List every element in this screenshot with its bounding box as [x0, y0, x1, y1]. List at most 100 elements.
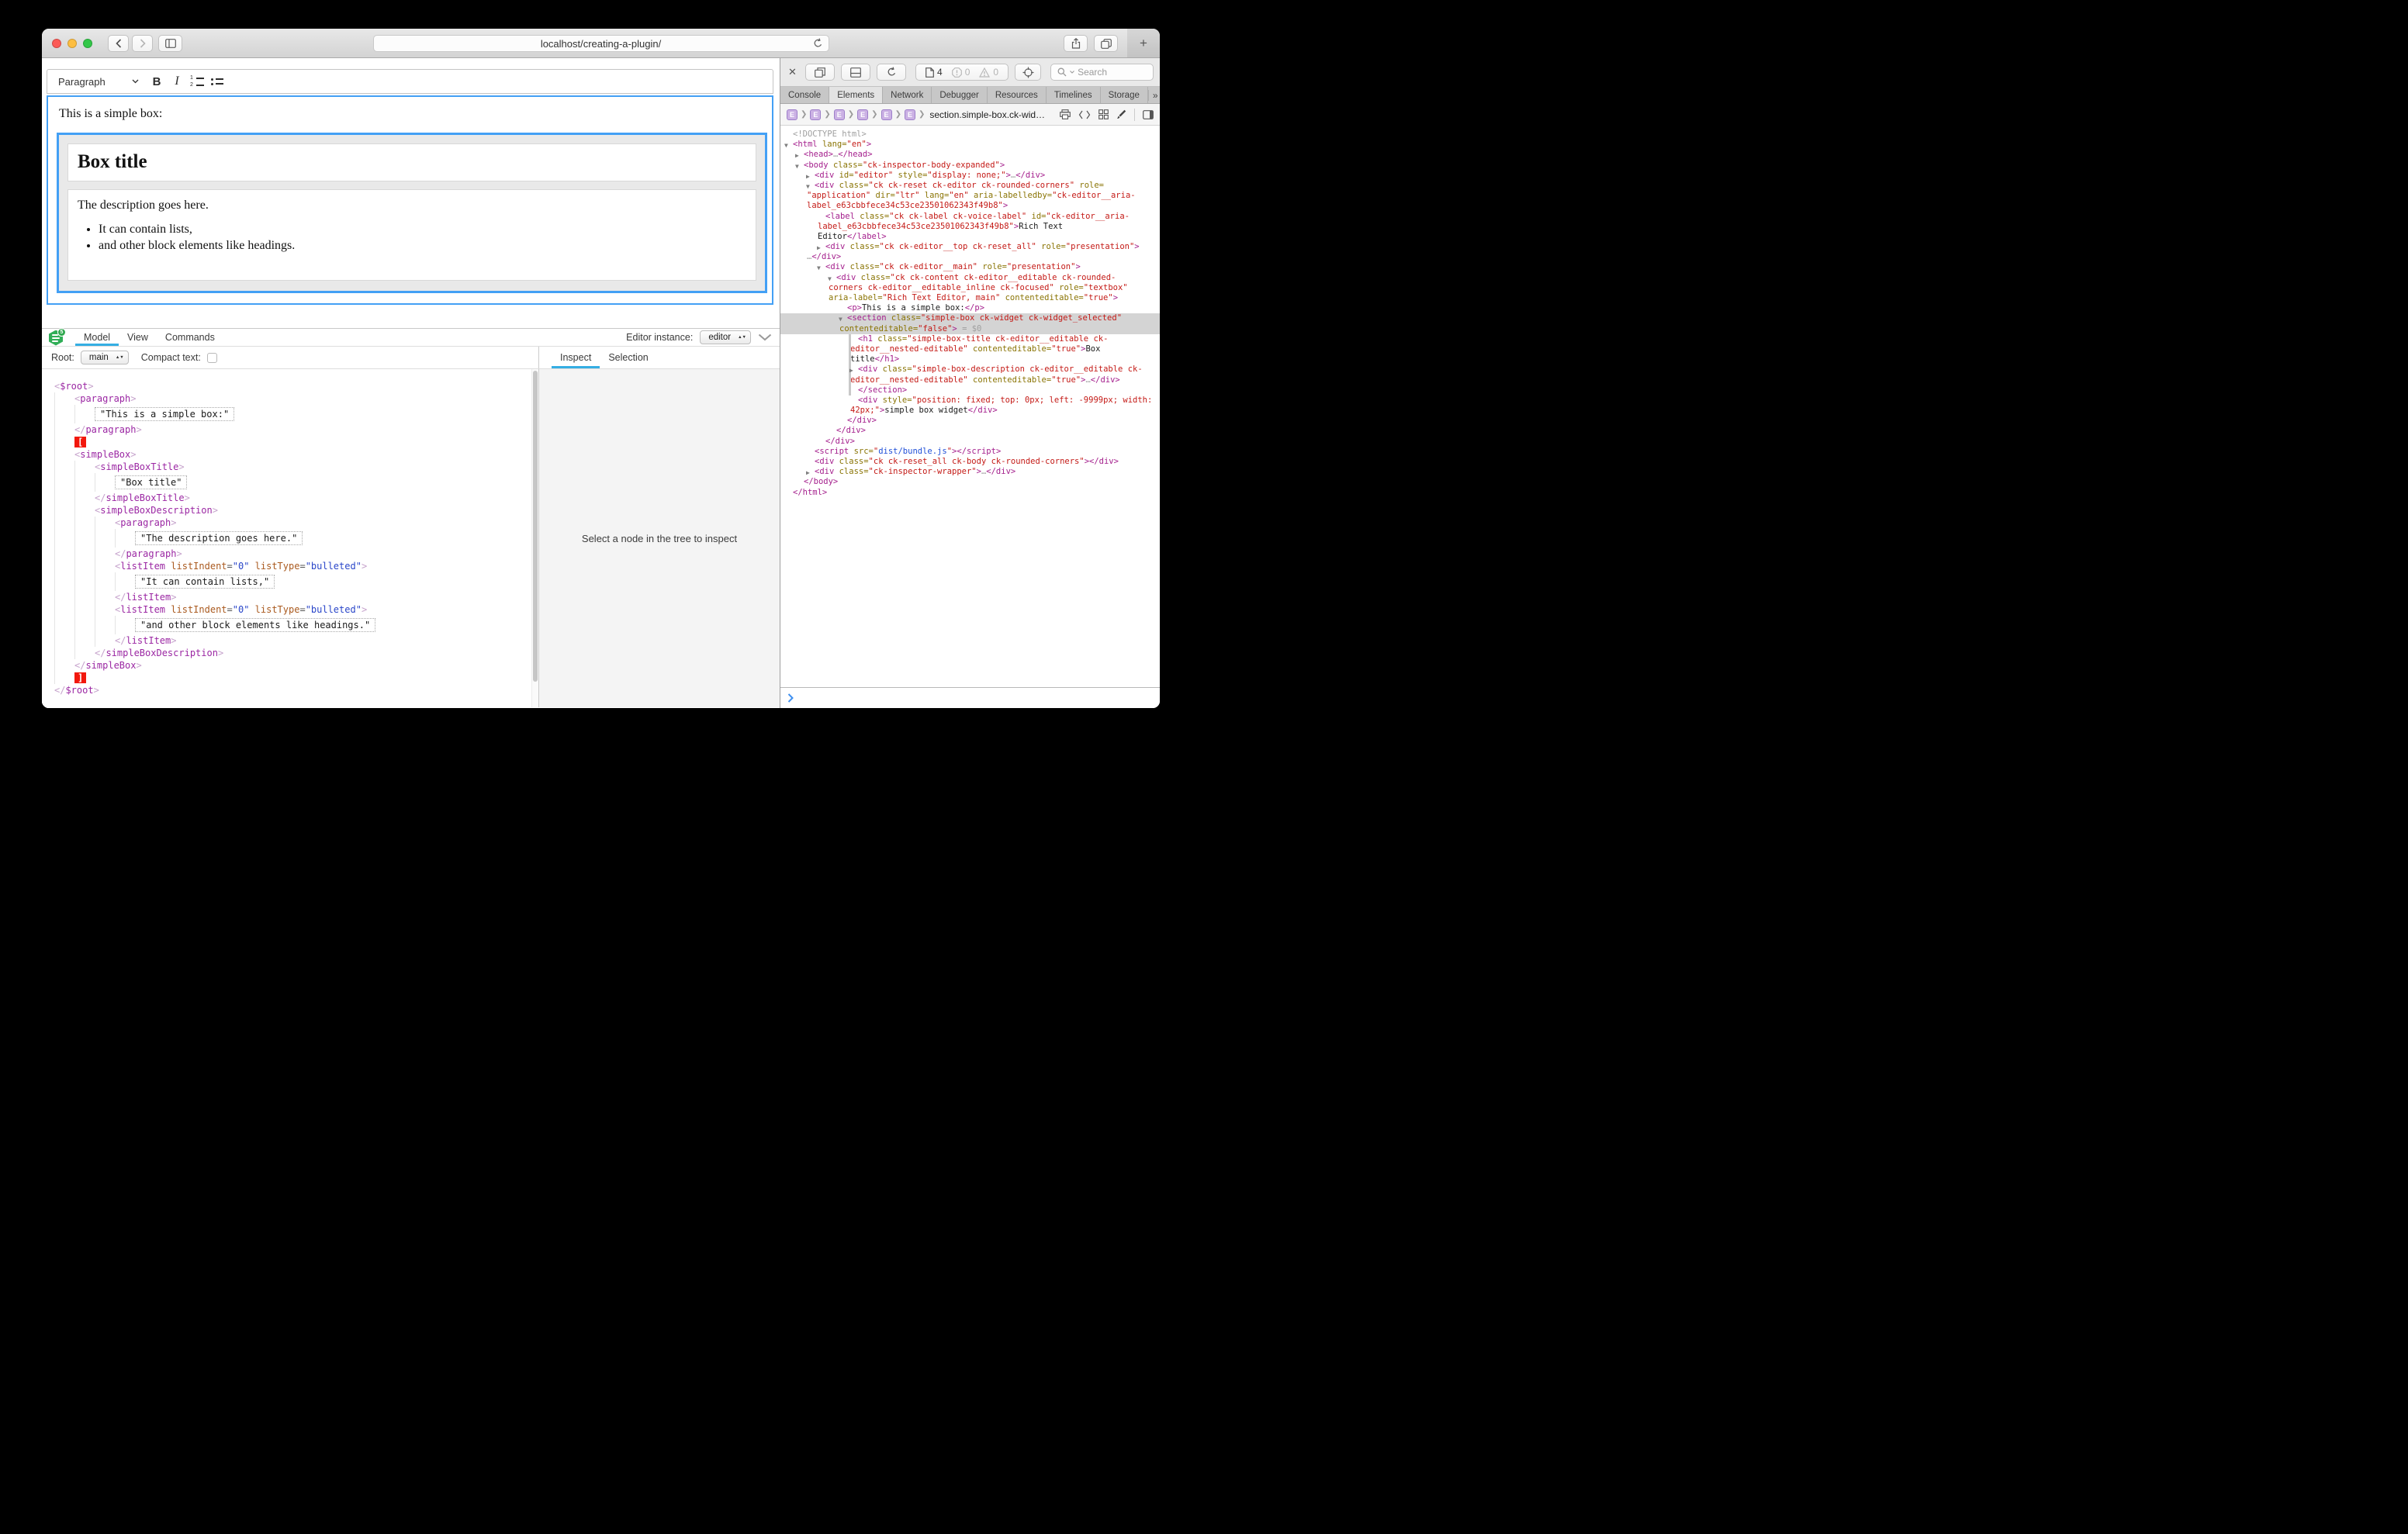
model-tree-line[interactable]: "Box title": [54, 473, 538, 492]
element-picker-button[interactable]: [1015, 64, 1041, 81]
force-styles-button[interactable]: [1116, 109, 1126, 119]
devtools-tab-storage[interactable]: Storage: [1101, 87, 1148, 103]
dom-line[interactable]: <div style="position: fixed; top: 0px; l…: [780, 396, 1160, 406]
devtools-tab-debugger[interactable]: Debugger: [932, 87, 988, 103]
model-tree-line[interactable]: <paragraph>: [54, 392, 538, 405]
dom-line[interactable]: editor__nested-editable" contenteditable…: [780, 344, 1160, 354]
tree-scrollbar[interactable]: [531, 369, 538, 707]
list-item[interactable]: It can contain lists,: [99, 223, 746, 237]
model-tree-line[interactable]: <simpleBox>: [54, 448, 538, 461]
devtools-tab-console[interactable]: Console: [780, 87, 829, 103]
dom-line[interactable]: ▼<html lang="en">: [780, 140, 1160, 150]
dom-line[interactable]: </div>: [780, 437, 1160, 447]
model-tree-line[interactable]: "It can contain lists,": [54, 572, 538, 591]
model-tree-line[interactable]: </paragraph>: [54, 423, 538, 436]
close-devtools-button[interactable]: ✕: [788, 66, 799, 78]
element-badge-icon[interactable]: E: [834, 109, 845, 120]
inspector-tab-model[interactable]: Model: [75, 329, 119, 346]
dom-line[interactable]: <div class="ck ck-reset_all ck-body ck-r…: [780, 457, 1160, 467]
dom-line[interactable]: <h1 class="simple-box-title ck-editor__e…: [780, 334, 1160, 344]
model-tree-line[interactable]: </simpleBoxTitle>: [54, 492, 538, 504]
close-traffic-icon[interactable]: [52, 39, 61, 48]
devtools-tab-timelines[interactable]: Timelines: [1047, 87, 1101, 103]
model-tree-line[interactable]: </listItem>: [54, 634, 538, 647]
simple-box-title[interactable]: Box title: [67, 143, 756, 181]
model-tree-line[interactable]: <listItem listIndent="0" listType="bulle…: [54, 603, 538, 616]
italic-button[interactable]: I: [167, 71, 187, 92]
show-source-button[interactable]: [1078, 110, 1091, 119]
dom-line[interactable]: <label class="ck ck-label ck-voice-label…: [780, 212, 1160, 222]
devtools-tab-resources[interactable]: Resources: [988, 87, 1047, 103]
dom-line[interactable]: ▶<div class="ck-inspector-wrapper">…</di…: [780, 467, 1160, 477]
model-tree-line[interactable]: </$root>: [54, 684, 538, 696]
dom-line[interactable]: title</h1>: [780, 354, 1160, 364]
paragraph-dropdown[interactable]: Paragraph: [47, 70, 147, 93]
model-tree-line[interactable]: </listItem>: [54, 591, 538, 603]
dom-line[interactable]: </div>: [780, 426, 1160, 436]
back-button[interactable]: [108, 35, 129, 52]
element-badge-icon[interactable]: E: [810, 109, 821, 120]
collapse-inspector-button[interactable]: [758, 333, 772, 341]
bulleted-list-button[interactable]: [207, 71, 227, 92]
box-title-heading[interactable]: Box title: [78, 151, 746, 173]
model-tree-line[interactable]: <listItem listIndent="0" listType="bulle…: [54, 560, 538, 572]
model-tree-line[interactable]: "This is a simple box:": [54, 405, 538, 423]
dom-line[interactable]: label_e63cbbfece34c53ce23501062343f49b8"…: [780, 222, 1160, 232]
dom-line[interactable]: corners ck-editor__editable_inline ck-fo…: [780, 283, 1160, 293]
editor-editable-area[interactable]: This is a simple box: Box title The desc…: [47, 95, 773, 305]
inspector-tab-commands[interactable]: Commands: [157, 329, 223, 346]
devtools-search-field[interactable]: Search: [1050, 64, 1154, 81]
model-tree-line[interactable]: </simpleBox>: [54, 659, 538, 672]
intro-paragraph[interactable]: This is a simple box:: [59, 107, 772, 121]
simple-box-description[interactable]: The description goes here. It can contai…: [67, 189, 756, 281]
model-tree-line[interactable]: "The description goes here.": [54, 529, 538, 548]
dom-line[interactable]: aria-label="Rich Text Editor, main" cont…: [780, 293, 1160, 303]
forward-button[interactable]: [132, 35, 153, 52]
simple-box-widget[interactable]: Box title The description goes here. It …: [57, 133, 767, 293]
numbered-list-button[interactable]: 1 2: [187, 71, 207, 92]
more-tabs-icon[interactable]: »: [1148, 90, 1160, 101]
element-badge-icon[interactable]: E: [857, 109, 868, 120]
address-bar[interactable]: localhost/creating-a-plugin/: [373, 35, 829, 52]
model-text-node[interactable]: "This is a simple box:": [95, 407, 234, 421]
description-paragraph[interactable]: The description goes here.: [78, 199, 746, 212]
dom-line[interactable]: label_e63cbbfece34c53ce23501062343f49b8"…: [780, 201, 1160, 211]
dom-line[interactable]: ▶<div class="simple-box-description ck-e…: [780, 364, 1160, 375]
dom-line[interactable]: ▼<div class="ck ck-editor__main" role="p…: [780, 262, 1160, 272]
side-tab-selection[interactable]: Selection: [600, 347, 656, 368]
model-tree-line[interactable]: </paragraph>: [54, 548, 538, 560]
model-tree-line[interactable]: [: [54, 436, 538, 448]
dom-line[interactable]: </html>: [780, 488, 1160, 498]
model-tree-line[interactable]: ]: [54, 672, 538, 684]
devtools-reload-button[interactable]: [877, 64, 906, 81]
model-tree-line[interactable]: <$root>: [54, 380, 538, 392]
dock-bottom-button[interactable]: [841, 64, 870, 81]
breadcrumb-current[interactable]: section.simple-box.ck-wid…: [929, 109, 1045, 120]
reload-button[interactable]: [813, 38, 823, 49]
tabs-overview-button[interactable]: [1094, 35, 1118, 52]
dom-line[interactable]: ▼<body class="ck-inspector-body-expanded…: [780, 161, 1160, 171]
element-badge-icon[interactable]: E: [881, 109, 892, 120]
inspector-tab-view[interactable]: View: [119, 329, 157, 346]
dom-line[interactable]: ▶<div id="editor" style="display: none;"…: [780, 171, 1160, 181]
model-text-node[interactable]: "Box title": [115, 475, 187, 489]
dom-line[interactable]: "application" dir="ltr" lang="en" aria-l…: [780, 191, 1160, 201]
dom-line[interactable]: 42px;">simple box widget</div>: [780, 406, 1160, 416]
sidebar-button[interactable]: [158, 35, 182, 52]
model-text-node[interactable]: "and other block elements like headings.…: [135, 618, 375, 632]
dom-line[interactable]: ▼<section class="simple-box ck-widget ck…: [780, 313, 1160, 323]
bold-button[interactable]: B: [147, 71, 167, 92]
dom-line[interactable]: editor__nested-editable" contenteditable…: [780, 375, 1160, 385]
resource-summary[interactable]: 4 0 0: [915, 64, 1009, 81]
element-badge-icon[interactable]: E: [787, 109, 797, 120]
model-tree-line[interactable]: <simpleBoxTitle>: [54, 461, 538, 473]
new-tab-button[interactable]: +: [1127, 29, 1160, 57]
dom-line[interactable]: </section>: [780, 385, 1160, 396]
dock-side-button[interactable]: [805, 64, 835, 81]
dom-line[interactable]: ▼<div class="ck ck-content ck-editor__ed…: [780, 273, 1160, 283]
minimize-traffic-icon[interactable]: [67, 39, 77, 48]
model-tree-line[interactable]: "and other block elements like headings.…: [54, 616, 538, 634]
details-sidebar-button[interactable]: [1143, 110, 1154, 119]
dom-line[interactable]: contenteditable="false"> = $0: [780, 324, 1160, 334]
grid-overlay-button[interactable]: [1098, 109, 1109, 119]
